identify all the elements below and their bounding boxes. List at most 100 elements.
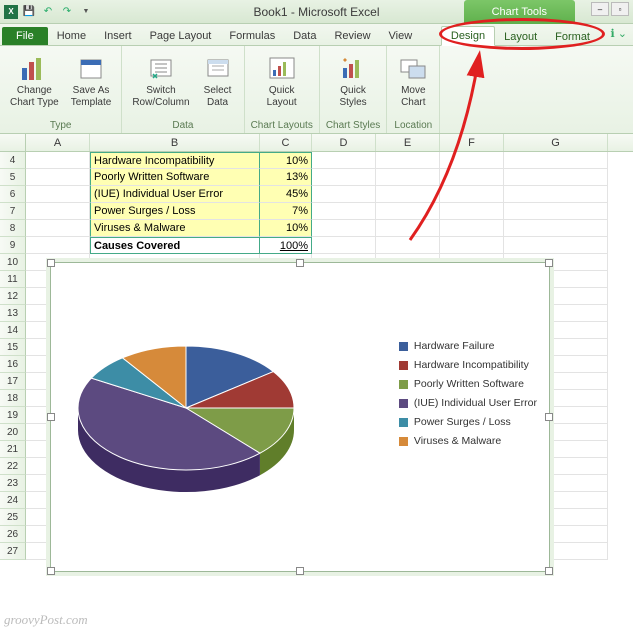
pie-chart[interactable] (61, 293, 321, 533)
row-header[interactable]: 22 (0, 458, 26, 475)
resize-handle[interactable] (296, 259, 304, 267)
cell[interactable]: 7% (260, 203, 312, 220)
row-header[interactable]: 10 (0, 254, 26, 271)
legend-item[interactable]: Hardware Failure (399, 340, 537, 352)
row-header[interactable]: 17 (0, 373, 26, 390)
cell[interactable] (504, 220, 608, 237)
resize-handle[interactable] (47, 413, 55, 421)
row-header[interactable]: 18 (0, 390, 26, 407)
switch-row-column-button[interactable]: SwitchRow/Column (128, 50, 193, 110)
cell[interactable]: 100% (260, 237, 312, 254)
row-header[interactable]: 20 (0, 424, 26, 441)
tab-design[interactable]: Design (441, 26, 495, 46)
cell[interactable] (26, 186, 90, 203)
row-header[interactable]: 15 (0, 339, 26, 356)
row-header[interactable]: 4 (0, 152, 26, 169)
change-chart-type-button[interactable]: ChangeChart Type (6, 50, 63, 110)
cell[interactable]: 10% (260, 152, 312, 169)
column-header[interactable]: C (260, 134, 312, 151)
row-header[interactable]: 27 (0, 543, 26, 560)
cell[interactable] (376, 169, 440, 186)
cell[interactable]: Viruses & Malware (90, 220, 260, 237)
cell[interactable] (440, 237, 504, 254)
cell[interactable]: (IUE) Individual User Error (90, 186, 260, 203)
minimize-button[interactable]: – (591, 2, 609, 16)
cell[interactable] (504, 186, 608, 203)
cell[interactable] (376, 220, 440, 237)
undo-icon[interactable]: ↶ (40, 4, 56, 20)
tab-home[interactable]: Home (48, 27, 95, 45)
cell[interactable] (376, 152, 440, 169)
select-all-corner[interactable] (0, 134, 26, 151)
cell[interactable]: Hardware Incompatibility (90, 152, 260, 169)
cell[interactable] (440, 220, 504, 237)
legend-item[interactable]: Poorly Written Software (399, 378, 537, 390)
row-header[interactable]: 26 (0, 526, 26, 543)
column-header[interactable]: D (312, 134, 376, 151)
legend-item[interactable]: Hardware Incompatibility (399, 359, 537, 371)
tab-formulas[interactable]: Formulas (220, 27, 284, 45)
tab-page-layout[interactable]: Page Layout (141, 27, 221, 45)
resize-handle[interactable] (545, 413, 553, 421)
cell[interactable] (504, 169, 608, 186)
tab-insert[interactable]: Insert (95, 27, 141, 45)
column-header[interactable]: B (90, 134, 260, 151)
cell[interactable] (26, 169, 90, 186)
tab-data[interactable]: Data (284, 27, 325, 45)
legend-item[interactable]: Power Surges / Loss (399, 416, 537, 428)
tab-layout[interactable]: Layout (495, 28, 546, 46)
cell[interactable]: 13% (260, 169, 312, 186)
cell[interactable] (26, 152, 90, 169)
row-header[interactable]: 21 (0, 441, 26, 458)
legend-item[interactable]: (IUE) Individual User Error (399, 397, 537, 409)
tab-file[interactable]: File (2, 27, 48, 45)
row-header[interactable]: 6 (0, 186, 26, 203)
row-header[interactable]: 23 (0, 475, 26, 492)
row-header[interactable]: 24 (0, 492, 26, 509)
cell[interactable] (26, 237, 90, 254)
cell[interactable] (312, 152, 376, 169)
column-header[interactable]: F (440, 134, 504, 151)
tab-view[interactable]: View (380, 27, 422, 45)
resize-handle[interactable] (545, 259, 553, 267)
resize-handle[interactable] (545, 567, 553, 575)
quick-styles-button[interactable]: QuickStyles (333, 50, 373, 110)
cell[interactable] (504, 152, 608, 169)
cell[interactable] (312, 220, 376, 237)
cell[interactable] (376, 186, 440, 203)
cell[interactable] (312, 237, 376, 254)
column-header[interactable]: E (376, 134, 440, 151)
save-as-template-button[interactable]: Save AsTemplate (67, 50, 116, 110)
row-header[interactable]: 12 (0, 288, 26, 305)
cell[interactable] (440, 203, 504, 220)
tab-review[interactable]: Review (325, 27, 379, 45)
redo-icon[interactable]: ↷ (59, 4, 75, 20)
row-header[interactable]: 13 (0, 305, 26, 322)
move-chart-button[interactable]: MoveChart (393, 50, 433, 110)
cell[interactable]: 10% (260, 220, 312, 237)
qat-dropdown-icon[interactable]: ▼ (78, 4, 94, 20)
restore-button[interactable]: ▫ (611, 2, 629, 16)
cell[interactable] (376, 203, 440, 220)
help-icon[interactable]: ℹ ⌄ (611, 27, 627, 40)
legend-item[interactable]: Viruses & Malware (399, 435, 537, 447)
resize-handle[interactable] (47, 567, 55, 575)
cell[interactable] (440, 186, 504, 203)
cell[interactable] (504, 203, 608, 220)
row-header[interactable]: 16 (0, 356, 26, 373)
cell[interactable] (504, 237, 608, 254)
cell[interactable] (26, 203, 90, 220)
cell[interactable]: Power Surges / Loss (90, 203, 260, 220)
column-header[interactable]: A (26, 134, 90, 151)
row-header[interactable]: 5 (0, 169, 26, 186)
cell[interactable] (376, 237, 440, 254)
resize-handle[interactable] (296, 567, 304, 575)
cell[interactable]: 45% (260, 186, 312, 203)
quick-layout-button[interactable]: QuickLayout (262, 50, 302, 110)
cell[interactable]: Poorly Written Software (90, 169, 260, 186)
row-header[interactable]: 25 (0, 509, 26, 526)
row-header[interactable]: 14 (0, 322, 26, 339)
column-header[interactable]: G (504, 134, 608, 151)
chart-legend[interactable]: Hardware Failure Hardware Incompatibility… (399, 333, 537, 454)
tab-format[interactable]: Format (546, 28, 599, 46)
